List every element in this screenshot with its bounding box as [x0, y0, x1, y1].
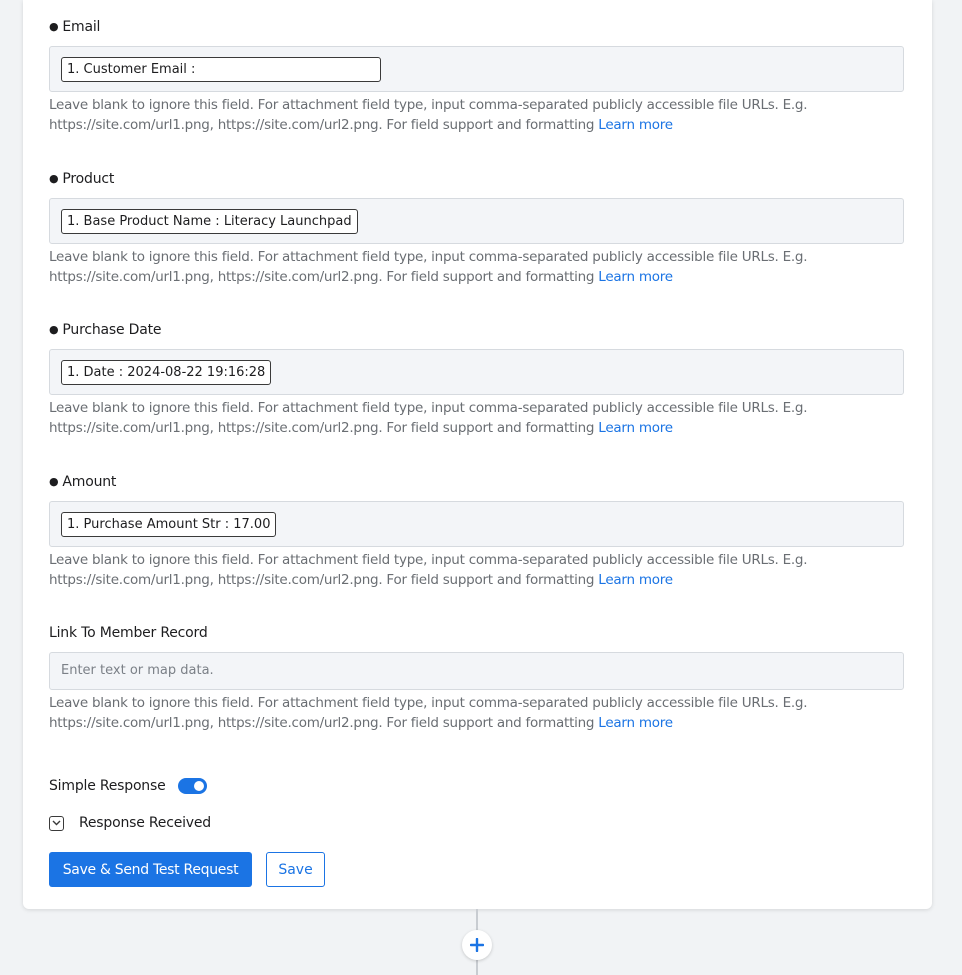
product-input[interactable]: 1. Base Product Name : Literacy Launchpa…: [49, 198, 904, 244]
toggle-knob: [193, 781, 204, 791]
mapped-value-chip[interactable]: 1. Base Product Name : Literacy Launchpa…: [61, 209, 358, 234]
learn-more-link[interactable]: Learn more: [598, 715, 673, 731]
help-text: Leave blank to ignore this field. For at…: [49, 249, 808, 285]
amount-field-group: ● Amount 1. Purchase Amount Str : 17.00 L…: [49, 472, 904, 590]
help-text: Leave blank to ignore this field. For at…: [49, 552, 808, 588]
email-input[interactable]: 1. Customer Email :: [49, 46, 904, 92]
response-received-row[interactable]: Response Received: [49, 812, 211, 834]
simple-response-label: Simple Response: [49, 778, 166, 794]
simple-response-toggle[interactable]: [177, 778, 207, 794]
learn-more-link[interactable]: Learn more: [598, 269, 673, 285]
link-to-member-record-label: Link To Member Record: [49, 625, 208, 641]
help-text: Leave blank to ignore this field. For at…: [49, 695, 808, 731]
bullet-icon: ●: [49, 323, 59, 336]
help-text: Leave blank to ignore this field. For at…: [49, 97, 808, 133]
simple-response-row: Simple Response: [49, 774, 207, 798]
mapped-value-chip[interactable]: 1. Customer Email :: [61, 57, 381, 82]
learn-more-link[interactable]: Learn more: [598, 420, 673, 436]
purchase-date-input[interactable]: 1. Date : 2024-08-22 19:16:28: [49, 349, 904, 395]
product-label: ● Product: [49, 171, 115, 187]
product-field-group: ● Product 1. Base Product Name : Literacy…: [49, 169, 904, 287]
learn-more-link[interactable]: Learn more: [598, 117, 673, 133]
chevron-down-icon[interactable]: [49, 815, 64, 831]
bullet-icon: ●: [49, 172, 59, 185]
email-field-group: ● Email 1. Customer Email : Leave blank t…: [49, 17, 904, 135]
mapped-value-chip[interactable]: 1. Purchase Amount Str : 17.00: [61, 512, 277, 537]
bullet-icon: ●: [49, 20, 59, 33]
input-placeholder: Enter text or map data.: [61, 663, 214, 678]
response-received-label: Response Received: [79, 815, 211, 831]
email-label: ● Email: [49, 19, 101, 35]
save-and-send-test-request-button[interactable]: Save & Send Test Request: [49, 852, 252, 887]
link-to-member-record-field-group: Link To Member Record Enter text or map …: [49, 623, 904, 733]
save-button[interactable]: Save: [266, 852, 325, 887]
add-step-button[interactable]: [462, 930, 492, 960]
link-to-member-record-input[interactable]: Enter text or map data.: [49, 652, 904, 690]
mapped-value-chip[interactable]: 1. Date : 2024-08-22 19:16:28: [61, 360, 272, 385]
amount-input[interactable]: 1. Purchase Amount Str : 17.00: [49, 501, 904, 547]
learn-more-link[interactable]: Learn more: [598, 572, 673, 588]
plus-icon: [470, 938, 484, 952]
purchase-date-field-group: ● Purchase Date 1. Date : 2024-08-22 19:1…: [49, 320, 904, 438]
action-config-card: ● Email 1. Customer Email : Leave blank t…: [23, 0, 932, 909]
help-text: Leave blank to ignore this field. For at…: [49, 400, 808, 436]
amount-label: ● Amount: [49, 474, 117, 490]
purchase-date-label: ● Purchase Date: [49, 322, 162, 338]
bullet-icon: ●: [49, 475, 59, 488]
